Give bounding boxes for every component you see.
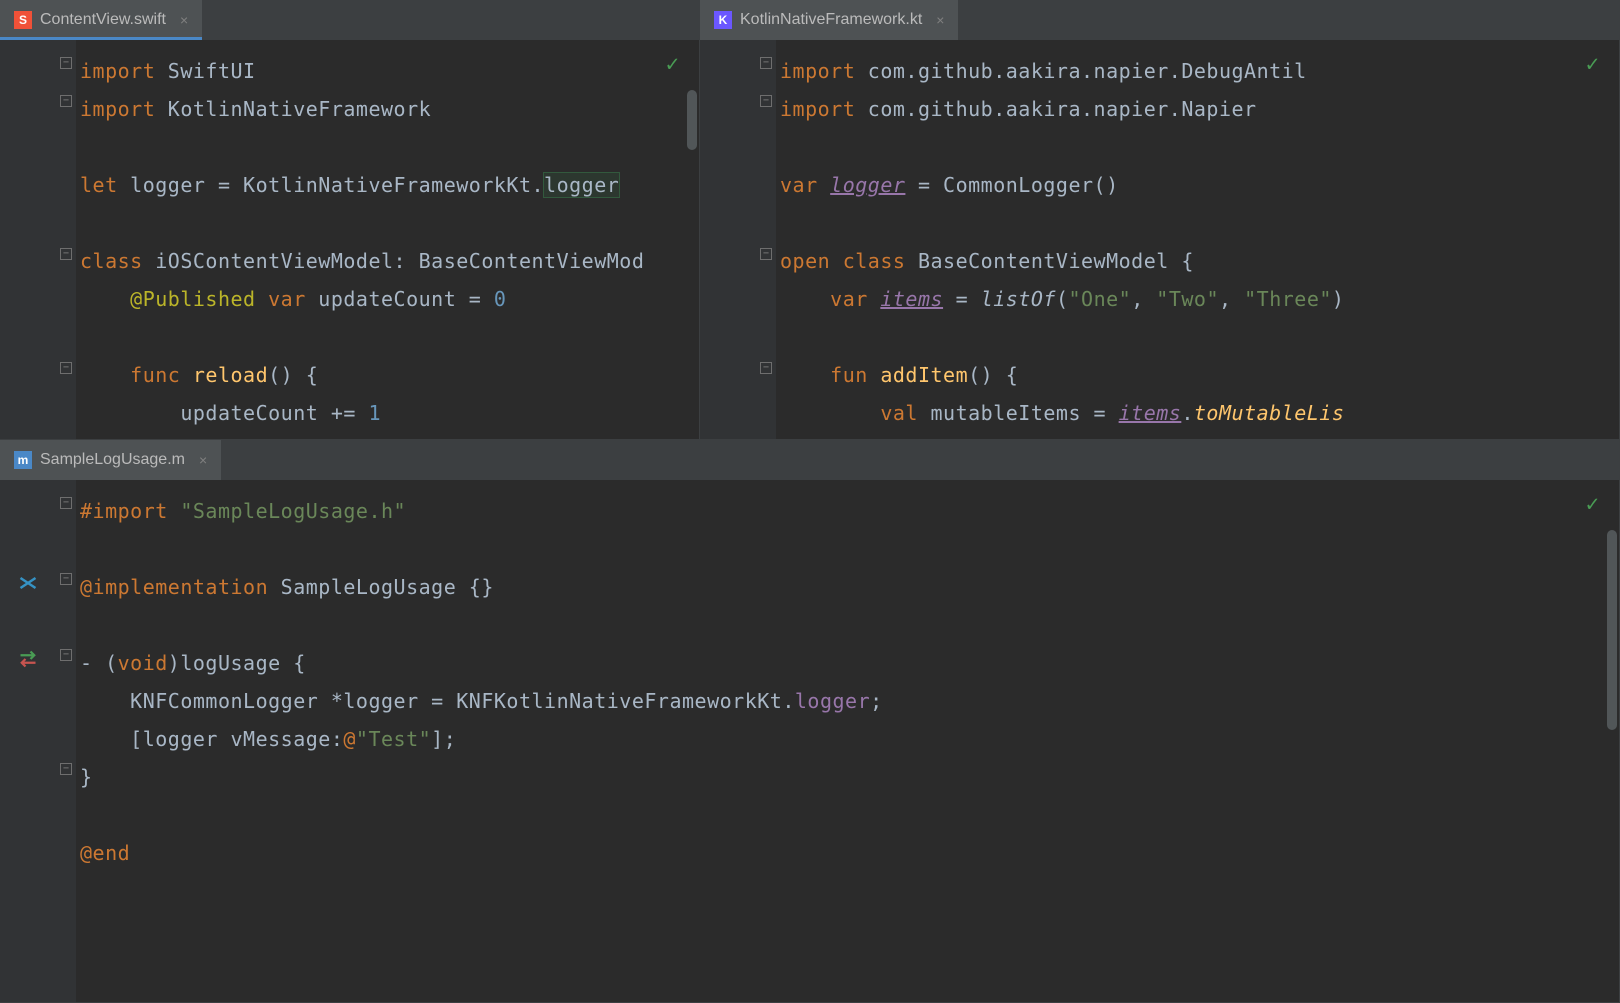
editor-area[interactable]: − − − − import SwiftUI import KotlinNati… <box>0 40 699 439</box>
tab-label: ContentView.swift <box>40 11 166 29</box>
editor-area[interactable]: − − − − import com.github.aakira.napier.… <box>700 40 1619 439</box>
fold-icon[interactable]: − <box>760 95 772 107</box>
fold-icon[interactable]: − <box>760 362 772 374</box>
swap-icon[interactable] <box>18 649 38 669</box>
fold-icon[interactable]: − <box>60 497 72 509</box>
objc-file-icon: m <box>14 451 32 469</box>
fold-icon[interactable]: − <box>60 57 72 69</box>
tabbar: S ContentView.swift × <box>0 0 699 40</box>
editor-pane-top-left: S ContentView.swift × − − − − import Swi… <box>0 0 700 440</box>
tab-label: KotlinNativeFramework.kt <box>740 11 922 29</box>
fold-icon[interactable]: − <box>60 95 72 107</box>
code-content[interactable]: import SwiftUI import KotlinNativeFramew… <box>76 40 699 439</box>
tab-contentview-swift[interactable]: S ContentView.swift × <box>0 0 202 40</box>
editor-pane-top-right: K KotlinNativeFramework.kt × − − − − imp… <box>700 0 1620 440</box>
close-icon[interactable]: × <box>180 12 188 28</box>
check-icon: ✓ <box>1586 52 1599 77</box>
fold-icon[interactable]: − <box>760 248 772 260</box>
check-icon: ✓ <box>1586 492 1599 517</box>
fold-icon[interactable]: − <box>60 248 72 260</box>
editor-pane-bottom: m SampleLogUsage.m × − − − − #import "Sa… <box>0 440 1620 1003</box>
check-icon: ✓ <box>666 52 679 77</box>
tabbar: K KotlinNativeFramework.kt × <box>700 0 1619 40</box>
code-content[interactable]: import com.github.aakira.napier.DebugAnt… <box>776 40 1619 439</box>
tab-samplelogusage-m[interactable]: m SampleLogUsage.m × <box>0 440 221 480</box>
fold-icon[interactable]: − <box>60 763 72 775</box>
gutter: − − − − <box>700 40 776 439</box>
close-icon[interactable]: × <box>936 12 944 28</box>
fold-icon[interactable]: − <box>60 362 72 374</box>
gutter: − − − − <box>0 40 76 439</box>
kotlin-file-icon: K <box>714 11 732 29</box>
close-icon[interactable]: × <box>199 452 207 468</box>
swift-file-icon: S <box>14 11 32 29</box>
fold-icon[interactable]: − <box>60 573 72 585</box>
scrollbar-thumb[interactable] <box>687 90 697 150</box>
code-content[interactable]: #import "SampleLogUsage.h" @implementati… <box>76 480 1619 1002</box>
tab-label: SampleLogUsage.m <box>40 451 185 469</box>
editor-area[interactable]: − − − − #import "SampleLogUsage.h" @impl… <box>0 480 1619 1002</box>
gutter: − − − − <box>0 480 76 1002</box>
tabbar: m SampleLogUsage.m × <box>0 440 1619 480</box>
shuffle-icon[interactable] <box>18 573 38 593</box>
fold-icon[interactable]: − <box>60 649 72 661</box>
tab-kotlinnativeframework-kt[interactable]: K KotlinNativeFramework.kt × <box>700 0 958 40</box>
scrollbar-thumb[interactable] <box>1607 530 1617 730</box>
fold-icon[interactable]: − <box>760 57 772 69</box>
